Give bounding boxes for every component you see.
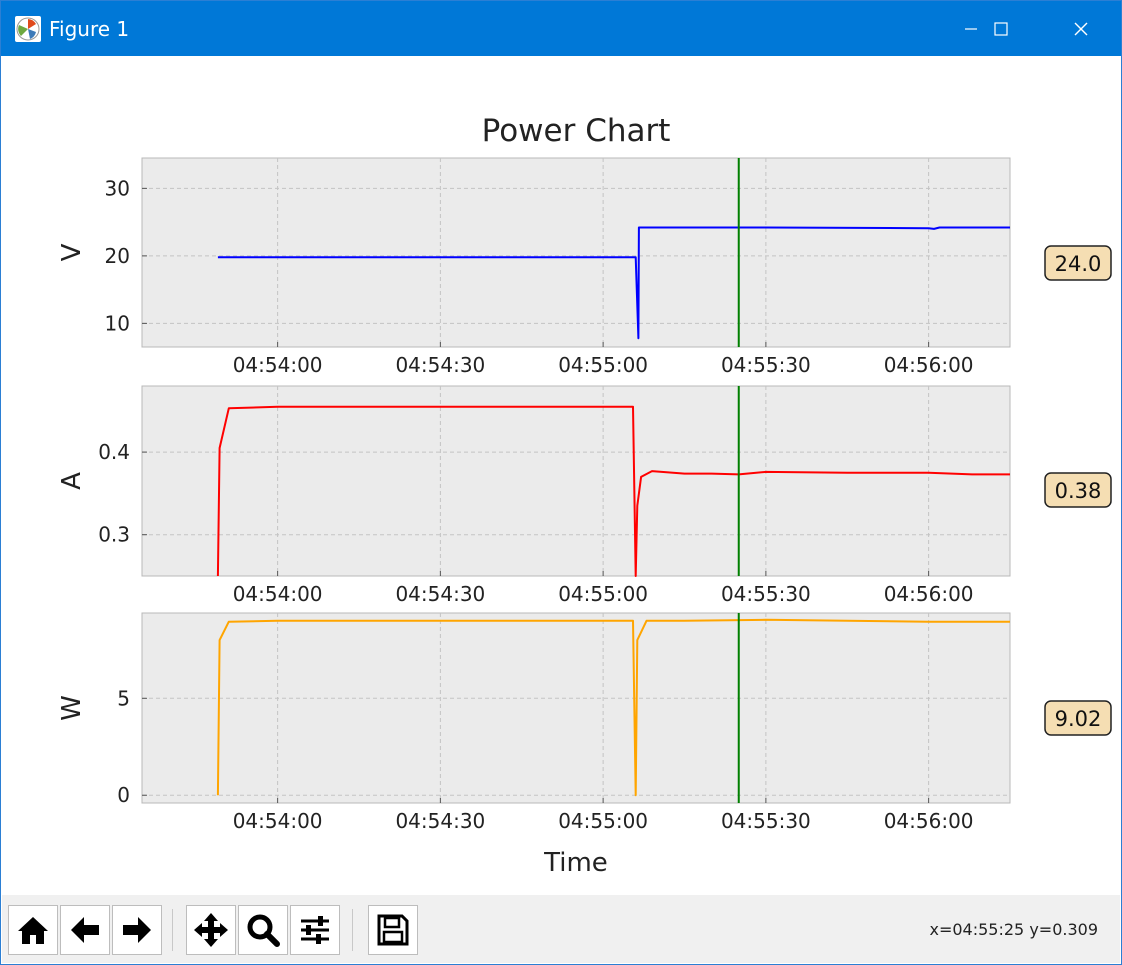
readout-value-a: 0.38 (1055, 479, 1102, 503)
close-button[interactable] (1051, 1, 1111, 56)
navigation-toolbar: x=04:55:25 y=0.309 (2, 895, 1120, 963)
maximize-button[interactable] (971, 1, 1031, 56)
x-tick-label: 04:55:00 (558, 582, 648, 606)
close-icon (1074, 22, 1088, 35)
x-tick-label: 04:55:30 (721, 809, 811, 833)
maximize-icon (994, 21, 1008, 36)
home-icon (18, 917, 48, 944)
power-chart-figure[interactable]: Power Chart Time 04:54:00 04:54:30 04:55:0… (2, 57, 1120, 895)
back-button[interactable] (60, 905, 110, 955)
x-tick-label: 04:55:00 (558, 809, 648, 833)
readout-value-w: 9.02 (1055, 707, 1102, 731)
y-tick-label: 0.3 (98, 523, 130, 547)
zoom-button[interactable] (238, 905, 288, 955)
forward-button[interactable] (112, 905, 162, 955)
x-tick-label: 04:55:00 (558, 353, 648, 377)
axes-w[interactable] (141, 612, 1011, 804)
arrow-right-icon (123, 917, 151, 943)
x-tick-label: 04:54:30 (395, 582, 485, 606)
x-tick-label: 04:54:00 (233, 582, 323, 606)
matplotlib-app-icon (15, 16, 41, 42)
y-tick-label: 0.4 (98, 440, 130, 464)
y-axis-label-v: V (57, 243, 87, 261)
x-axis-label: Time (543, 848, 608, 878)
move-icon (194, 913, 228, 947)
figure-canvas[interactable]: Power Chart Time 04:54:00 04:54:30 04:55:0… (2, 57, 1120, 895)
axes-v[interactable] (141, 157, 1011, 348)
x-tick-label: 04:55:30 (721, 582, 811, 606)
home-button[interactable] (8, 905, 58, 955)
configure-subplots-button[interactable] (290, 905, 340, 955)
x-tick-label: 04:54:30 (395, 809, 485, 833)
x-tick-label: 04:56:00 (884, 582, 974, 606)
magnifier-icon (247, 914, 280, 947)
pan-button[interactable] (186, 905, 236, 955)
figure-title: Power Chart (482, 113, 671, 149)
x-tick-label: 04:54:30 (395, 353, 485, 377)
y-tick-label: 0 (117, 783, 130, 807)
y-tick-label: 10 (105, 311, 130, 335)
title-bar[interactable]: Figure 1 (1, 1, 1121, 56)
floppy-disk-icon (377, 914, 409, 946)
figure-window: Figure 1 Power Chart Time 04:54:00 04:54:… (0, 0, 1122, 965)
y-axis-label-w: W (57, 695, 87, 721)
y-tick-label: 20 (105, 244, 130, 268)
toolbar-separator (172, 909, 173, 951)
y-axis-label-a: A (57, 472, 87, 490)
sliders-icon (301, 916, 329, 944)
readout-value-v: 24.0 (1055, 252, 1102, 276)
y-tick-label: 30 (105, 176, 130, 200)
axes-a[interactable] (141, 385, 1011, 577)
x-tick-label: 04:54:00 (233, 353, 323, 377)
y-tick-label: 5 (117, 686, 130, 710)
window-title: Figure 1 (49, 17, 130, 41)
x-tick-label: 04:56:00 (884, 809, 974, 833)
save-button[interactable] (368, 905, 418, 955)
arrow-left-icon (71, 917, 99, 943)
x-tick-label: 04:55:30 (721, 353, 811, 377)
x-tick-label: 04:56:00 (884, 353, 974, 377)
x-tick-label: 04:54:00 (233, 809, 323, 833)
cursor-coordinates: x=04:55:25 y=0.309 (929, 920, 1099, 939)
toolbar-separator (352, 909, 353, 951)
